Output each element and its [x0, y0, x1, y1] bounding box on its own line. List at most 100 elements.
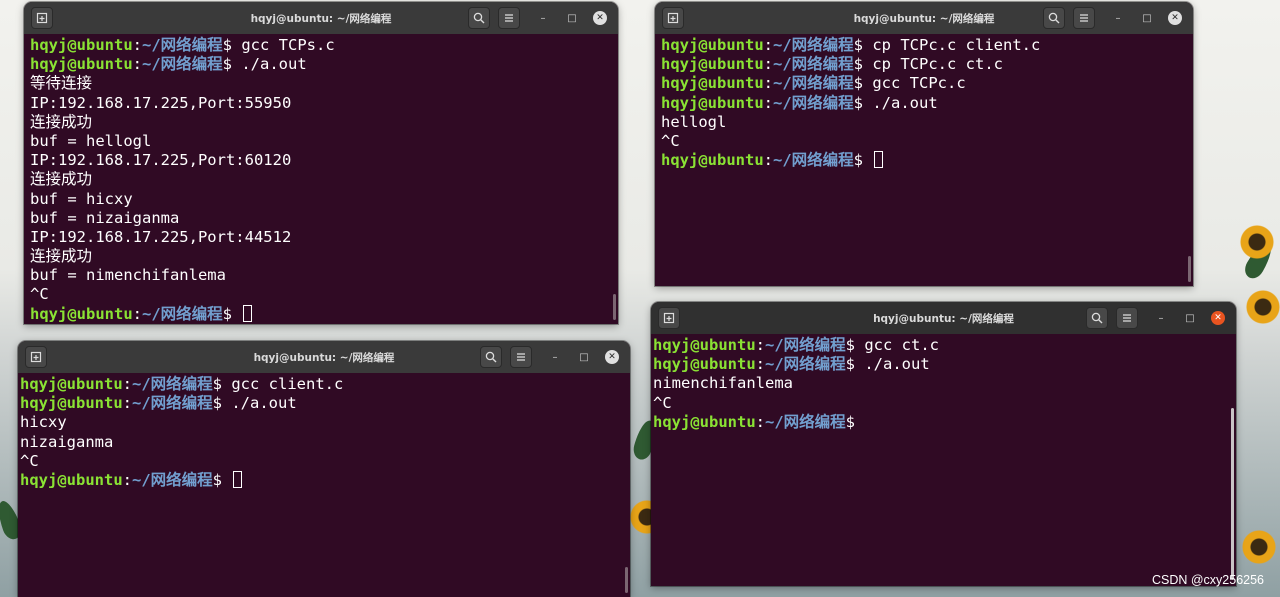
prompt-symbol: $ — [853, 36, 873, 54]
terminal-window-client-setup[interactable]: hqyj@ubuntu: ~/网络编程 – □ ✕ hqyj@ubuntu:~/… — [655, 2, 1193, 286]
window-title: hqyj@ubuntu: ~/网络编程 — [250, 13, 392, 25]
prompt-path: ~/网络编程 — [773, 93, 854, 112]
prompt-symbol: $ — [853, 55, 873, 74]
close-icon: ✕ — [596, 13, 604, 23]
menu-button[interactable] — [1116, 307, 1138, 329]
prompt-line: hqyj@ubuntu:~/网络编程$ ./a.out — [661, 94, 1181, 113]
output-text: ^C — [653, 393, 672, 412]
prompt-symbol: $ — [222, 55, 242, 74]
terminal-output[interactable]: hqyj@ubuntu:~/网络编程$ cp TCPc.c client.c hq… — [661, 36, 1181, 286]
prompt-colon: : — [763, 74, 773, 93]
terminal-window-client-ct[interactable]: hqyj@ubuntu: ~/网络编程 – □ ✕ hqyj@ubuntu:~/… — [651, 302, 1236, 586]
prompt-line: hqyj@ubuntu:~/网络编程$ gcc ct.c — [653, 336, 1224, 355]
output-line: ^C — [661, 132, 1181, 151]
hamburger-menu-icon — [517, 353, 525, 361]
prompt-user: hqyj@ubuntu — [653, 355, 756, 374]
search-button[interactable] — [468, 7, 490, 29]
prompt-symbol: $ — [853, 151, 873, 170]
prompt-path: ~/网络编程 — [142, 36, 223, 54]
terminal-output[interactable]: hqyj@ubuntu:~/网络编程$ gcc ct.c hqyj@ubuntu:… — [653, 336, 1224, 586]
csdn-watermark: CSDN @cxy256256 — [1151, 573, 1264, 587]
output-line: ^C — [653, 394, 1224, 413]
titlebar[interactable]: hqyj@ubuntu: ~/网络编程 – □ ✕ — [651, 302, 1236, 334]
maximize-icon: □ — [1142, 12, 1152, 24]
titlebar[interactable]: hqyj@ubuntu: ~/网络编程 – □ ✕ — [18, 341, 630, 373]
search-icon — [485, 351, 497, 363]
maximize-icon: □ — [1185, 312, 1195, 324]
window-title: hqyj@ubuntu: ~/网络编程 — [873, 313, 1014, 325]
output-line: ^C — [30, 285, 606, 304]
maximize-button[interactable]: □ — [1183, 311, 1197, 325]
prompt-user: hqyj@ubuntu — [30, 55, 133, 74]
output-line: IP:192.168.17.225,Port:44512 — [30, 228, 606, 247]
maximize-button[interactable]: □ — [1140, 11, 1154, 25]
search-button[interactable] — [480, 346, 502, 368]
prompt-symbol: $ — [853, 74, 873, 93]
minimize-button[interactable]: – — [1154, 311, 1168, 325]
scrollbar[interactable] — [625, 567, 628, 593]
terminal-output[interactable]: hqyj@ubuntu:~/网络编程$ gcc client.c hqyj@ubu… — [20, 375, 618, 597]
menu-button[interactable] — [1073, 7, 1095, 29]
menu-button[interactable] — [498, 7, 520, 29]
titlebar[interactable]: hqyj@ubuntu: ~/网络编程 – □ ✕ — [655, 2, 1193, 34]
prompt-user: hqyj@ubuntu — [661, 93, 764, 112]
prompt-symbol: $ — [845, 336, 865, 354]
new-tab-button[interactable] — [662, 7, 684, 29]
minimize-button[interactable]: – — [548, 350, 562, 364]
prompt-symbol: $ — [222, 36, 242, 54]
close-icon: ✕ — [1171, 13, 1179, 23]
scrollbar[interactable] — [1188, 256, 1191, 282]
prompt-line: hqyj@ubuntu:~/网络编程$ gcc client.c — [20, 375, 618, 394]
close-button[interactable]: ✕ — [1168, 11, 1182, 25]
prompt-colon: : — [755, 412, 765, 431]
output-text: buf = nimenchifanlema — [30, 266, 226, 285]
output-text: IP:192.168.17.225,Port:44512 — [30, 227, 292, 246]
maximize-icon: □ — [567, 12, 577, 24]
output-text: IP:192.168.17.225,Port:60120 — [30, 151, 292, 170]
prompt-symbol: $ — [212, 394, 232, 413]
prompt-path: ~/网络编程 — [132, 394, 213, 413]
prompt-path: ~/网络编程 — [142, 55, 223, 74]
prompt-symbol: $ — [845, 355, 865, 374]
output-text: 连接成功 — [30, 112, 93, 131]
maximize-button[interactable]: □ — [565, 11, 579, 25]
terminal-output[interactable]: hqyj@ubuntu:~/网络编程$ gcc TCPs.c hqyj@ubunt… — [30, 36, 606, 324]
wallpaper-flower — [1246, 290, 1280, 324]
scrollbar[interactable] — [1231, 408, 1234, 580]
new-tab-button[interactable] — [31, 7, 53, 29]
command-text: ./a.out — [872, 93, 938, 112]
prompt-path: ~/网络编程 — [765, 355, 846, 374]
output-text: buf = nizaiganma — [30, 208, 180, 227]
prompt-line: hqyj@ubuntu:~/网络编程$ — [30, 304, 606, 324]
prompt-line: hqyj@ubuntu:~/网络编程$ — [20, 470, 618, 490]
output-line: 连接成功 — [30, 113, 606, 132]
terminal-window-server[interactable]: hqyj@ubuntu: ~/网络编程 – □ ✕ hqyj@ubuntu:~/… — [24, 2, 618, 324]
wallpaper-flower — [1240, 225, 1274, 259]
output-text: ^C — [661, 131, 680, 150]
prompt-colon: : — [755, 355, 765, 374]
menu-button[interactable] — [510, 346, 532, 368]
output-text: ^C — [20, 451, 39, 470]
prompt-line: hqyj@ubuntu:~/网络编程$ cp TCPc.c client.c — [661, 36, 1181, 55]
prompt-user: hqyj@ubuntu — [653, 336, 756, 354]
prompt-colon: : — [122, 375, 132, 393]
output-text: 连接成功 — [30, 247, 93, 266]
close-button[interactable]: ✕ — [1211, 311, 1225, 325]
output-text: 连接成功 — [30, 170, 93, 189]
close-button[interactable]: ✕ — [605, 350, 619, 364]
scrollbar[interactable] — [613, 294, 616, 320]
command-text: gcc ct.c — [864, 336, 939, 354]
output-line: hellogl — [661, 113, 1181, 132]
prompt-user: hqyj@ubuntu — [661, 151, 764, 170]
prompt-path: ~/网络编程 — [132, 470, 213, 489]
close-button[interactable]: ✕ — [593, 11, 607, 25]
search-button[interactable] — [1086, 307, 1108, 329]
terminal-window-client[interactable]: hqyj@ubuntu: ~/网络编程 – □ ✕ hqyj@ubuntu:~/… — [18, 341, 630, 597]
search-button[interactable] — [1043, 7, 1065, 29]
new-tab-button[interactable] — [658, 307, 680, 329]
minimize-button[interactable]: – — [1111, 11, 1125, 25]
titlebar[interactable]: hqyj@ubuntu: ~/网络编程 – □ ✕ — [24, 2, 618, 34]
minimize-button[interactable]: – — [536, 11, 550, 25]
new-tab-button[interactable] — [25, 346, 47, 368]
maximize-button[interactable]: □ — [577, 350, 591, 364]
